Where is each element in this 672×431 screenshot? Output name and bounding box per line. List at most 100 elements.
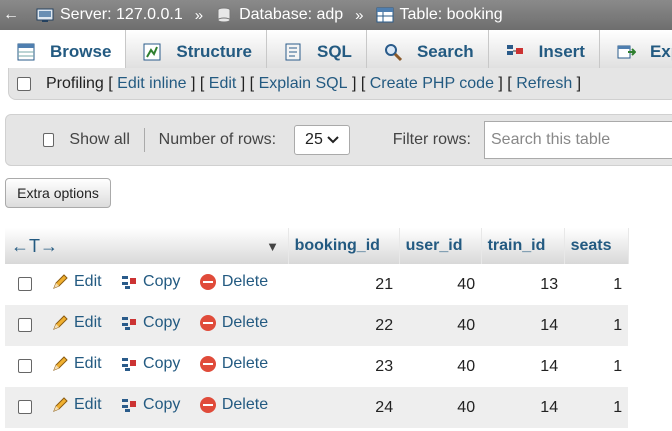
column-controls: ←T→ ▼ xyxy=(5,228,289,264)
edit-button[interactable]: Edit xyxy=(51,273,102,291)
cell-seats: 1 xyxy=(564,305,629,346)
copy-button[interactable]: Copy xyxy=(120,355,180,373)
row-select-cell xyxy=(5,387,45,428)
database-icon xyxy=(217,7,231,23)
sql-icon xyxy=(285,43,301,61)
breadcrumb: ← Server: 127.0.0.1 » Database: adp » Ta… xyxy=(0,0,672,30)
row-checkbox[interactable] xyxy=(18,318,32,333)
column-header-seats[interactable]: seats xyxy=(564,228,629,264)
delete-icon xyxy=(199,397,216,413)
server-icon xyxy=(36,8,54,22)
edit-label: Edit xyxy=(74,314,102,331)
phpmyadmin-browse-view: ← Server: 127.0.0.1 » Database: adp » Ta… xyxy=(0,0,672,431)
pencil-icon xyxy=(53,397,68,412)
copy-icon xyxy=(122,399,137,412)
refresh-link[interactable]: Refresh xyxy=(516,75,572,93)
delete-label: Delete xyxy=(221,273,269,290)
delete-label: Delete xyxy=(221,314,269,331)
table-row: Edit Copy Delete 24 40 14 1 xyxy=(5,387,629,428)
cell-user-id: 40 xyxy=(399,305,482,346)
number-of-rows-select[interactable]: 25 xyxy=(294,125,350,155)
tab-label: Insert xyxy=(538,42,585,61)
row-checkbox[interactable] xyxy=(18,359,32,374)
browse-icon xyxy=(17,43,35,61)
profiling-label: Profiling xyxy=(46,74,104,92)
tab-label: Export xyxy=(649,42,672,61)
row-checkbox[interactable] xyxy=(18,400,32,415)
row-actions: Edit Copy Delete xyxy=(45,346,289,387)
cell-seats: 1 xyxy=(564,264,629,305)
copy-label: Copy xyxy=(143,355,181,372)
copy-icon xyxy=(122,358,137,371)
cell-seats: 1 xyxy=(564,346,629,387)
column-header-user-id[interactable]: user_id xyxy=(399,228,482,264)
pencil-icon xyxy=(53,274,68,289)
column-resize-arrows-icon[interactable]: ←T→ xyxy=(11,236,58,257)
breadcrumb-table[interactable]: Table: booking xyxy=(376,6,503,24)
pencil-icon xyxy=(53,315,68,330)
delete-icon xyxy=(199,274,216,290)
tab-label: Structure xyxy=(176,42,252,61)
cell-user-id: 40 xyxy=(399,346,482,387)
edit-link[interactable]: Edit xyxy=(209,75,237,93)
profiling-bar: Profiling [ Edit inline ] [ Edit ] [ Exp… xyxy=(8,68,672,100)
breadcrumb-separator: » xyxy=(355,6,364,24)
copy-label: Copy xyxy=(143,314,181,331)
edit-button[interactable]: Edit xyxy=(51,355,102,373)
delete-button[interactable]: Delete xyxy=(199,314,268,332)
breadcrumb-database-label: Database: adp xyxy=(239,6,344,23)
delete-button[interactable]: Delete xyxy=(199,355,268,373)
create-php-code-link[interactable]: Create PHP code xyxy=(370,75,494,93)
insert-icon xyxy=(506,45,523,55)
pencil-icon xyxy=(53,356,68,371)
structure-icon xyxy=(143,43,161,61)
row-actions: Edit Copy Delete xyxy=(45,305,289,346)
cell-train-id: 14 xyxy=(481,305,565,346)
row-actions: Edit Copy Delete xyxy=(45,387,289,428)
breadcrumb-table-label: Table: booking xyxy=(399,6,503,23)
cell-train-id: 14 xyxy=(481,387,565,428)
row-select-cell xyxy=(5,264,45,305)
cell-booking-id: 21 xyxy=(288,264,400,305)
row-checkbox[interactable] xyxy=(18,277,32,292)
breadcrumb-database[interactable]: Database: adp xyxy=(215,6,343,24)
back-arrow-icon[interactable]: ← xyxy=(0,6,22,24)
navigation-bar: Show all Number of rows: 25 Filter rows: xyxy=(5,114,672,166)
delete-icon xyxy=(199,356,216,372)
edit-button[interactable]: Edit xyxy=(51,314,102,332)
edit-button[interactable]: Edit xyxy=(51,396,102,414)
cell-booking-id: 23 xyxy=(288,346,400,387)
delete-label: Delete xyxy=(221,396,269,413)
cell-user-id: 40 xyxy=(399,264,482,305)
number-of-rows-value: 25 xyxy=(305,131,323,148)
search-icon xyxy=(384,44,403,62)
edit-label: Edit xyxy=(74,396,102,413)
show-all-label: Show all xyxy=(69,131,130,148)
profiling-checkbox[interactable] xyxy=(17,76,31,91)
copy-label: Copy xyxy=(143,273,181,290)
copy-button[interactable]: Copy xyxy=(120,273,180,291)
cell-booking-id: 22 xyxy=(288,305,400,346)
breadcrumb-server[interactable]: Server: 127.0.0.1 xyxy=(36,6,183,24)
chevron-down-icon xyxy=(327,136,339,144)
copy-button[interactable]: Copy xyxy=(120,314,180,332)
filter-rows-input[interactable] xyxy=(484,121,672,159)
explain-sql-link[interactable]: Explain SQL xyxy=(259,75,348,93)
edit-inline-link[interactable]: Edit inline xyxy=(117,75,186,93)
show-all-checkbox[interactable] xyxy=(43,133,55,147)
divider xyxy=(143,128,145,152)
table-row: Edit Copy Delete 21 40 13 1 xyxy=(5,264,629,305)
column-header-train-id[interactable]: train_id xyxy=(481,228,565,264)
cell-seats: 1 xyxy=(564,387,629,428)
cell-user-id: 40 xyxy=(399,387,482,428)
delete-button[interactable]: Delete xyxy=(199,273,268,291)
delete-button[interactable]: Delete xyxy=(199,396,268,414)
tab-label: Search xyxy=(416,42,474,61)
extra-options-button[interactable]: Extra options xyxy=(5,178,111,208)
cell-train-id: 13 xyxy=(481,264,565,305)
export-icon xyxy=(617,45,636,59)
column-header-booking-id[interactable]: booking_id xyxy=(288,228,400,264)
sort-caret-icon[interactable]: ▼ xyxy=(266,239,279,254)
table-row: Edit Copy Delete 22 40 14 1 xyxy=(5,305,629,346)
copy-button[interactable]: Copy xyxy=(120,396,180,414)
